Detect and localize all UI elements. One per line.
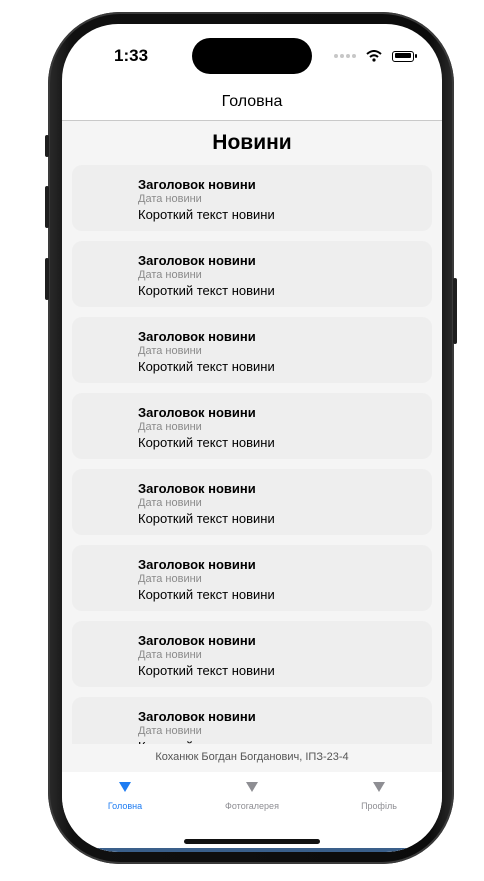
news-title: Заголовок новини [138, 633, 256, 648]
triangle-down-icon [373, 782, 385, 792]
wifi-icon [366, 50, 382, 62]
news-title: Заголовок новини [138, 481, 256, 496]
battery-cap [415, 54, 417, 58]
phone-screen: 1:33 Головна Новини Заголовок новини Дат… [62, 24, 442, 852]
news-item[interactable]: Заголовок новини Дата новини Короткий те… [72, 393, 432, 459]
triangle-down-icon [246, 782, 258, 792]
news-date: Дата новини [138, 649, 202, 661]
triangle-down-icon [119, 782, 131, 792]
tab-profile[interactable]: Профіль [329, 782, 429, 811]
news-item[interactable]: Заголовок новини Дата новини Короткий те… [72, 469, 432, 535]
news-text: Короткий текст новини [138, 283, 275, 298]
news-title: Заголовок новини [138, 405, 256, 420]
news-date: Дата новини [138, 345, 202, 357]
news-text: Короткий текст новини [138, 587, 275, 602]
dynamic-island [192, 38, 312, 74]
power-button [453, 278, 457, 344]
news-title: Заголовок новини [138, 253, 256, 268]
tab-home[interactable]: Головна [75, 782, 175, 811]
status-icons [334, 48, 417, 64]
news-title: Заголовок новини [138, 709, 256, 724]
news-scroll-view[interactable]: Новини Заголовок новини Дата новини Коро… [62, 121, 442, 771]
cellular-signal-icon [334, 54, 356, 58]
news-item[interactable]: Заголовок новини Дата новини Короткий те… [72, 621, 432, 687]
news-date: Дата новини [138, 269, 202, 281]
news-item[interactable]: Заголовок новини Дата новини Короткий те… [72, 165, 432, 231]
tab-label: Фотогалерея [225, 801, 279, 811]
news-title: Заголовок новини [138, 177, 256, 192]
battery-icon [392, 50, 414, 62]
news-text: Короткий текст новини [138, 435, 275, 450]
news-date: Дата новини [138, 725, 202, 737]
news-text: Короткий текст новини [138, 663, 275, 678]
author-credit: Коханюк Богдан Богданович, ІПЗ-23-4 [62, 744, 442, 772]
action-button [45, 135, 49, 157]
tab-photo-gallery[interactable]: Фотогалерея [202, 782, 302, 811]
status-time: 1:33 [114, 46, 149, 65]
news-item[interactable]: Заголовок новини Дата новини Короткий те… [72, 545, 432, 611]
news-text: Короткий текст новини [138, 511, 275, 526]
news-date: Дата новини [138, 497, 202, 509]
news-date: Дата новини [138, 573, 202, 585]
tab-label: Профіль [361, 801, 397, 811]
news-text: Короткий текст новини [138, 207, 275, 222]
bottom-edge-bar [62, 848, 442, 852]
page-title: Новини [212, 131, 292, 154]
news-title: Заголовок новини [138, 557, 256, 572]
navbar-title: Головна [221, 93, 283, 110]
volume-up-button [45, 186, 49, 228]
news-title: Заголовок новини [138, 329, 256, 344]
home-indicator[interactable] [184, 839, 320, 844]
volume-down-button [45, 258, 49, 300]
news-item[interactable]: Заголовок новини Дата новини Короткий те… [72, 241, 432, 307]
news-date: Дата новини [138, 193, 202, 205]
tab-label: Головна [107, 801, 143, 811]
navigation-bar: Головна [62, 88, 442, 121]
news-text: Короткий текст новини [138, 359, 275, 374]
news-date: Дата новини [138, 421, 202, 433]
news-item[interactable]: Заголовок новини Дата новини Короткий те… [72, 317, 432, 383]
